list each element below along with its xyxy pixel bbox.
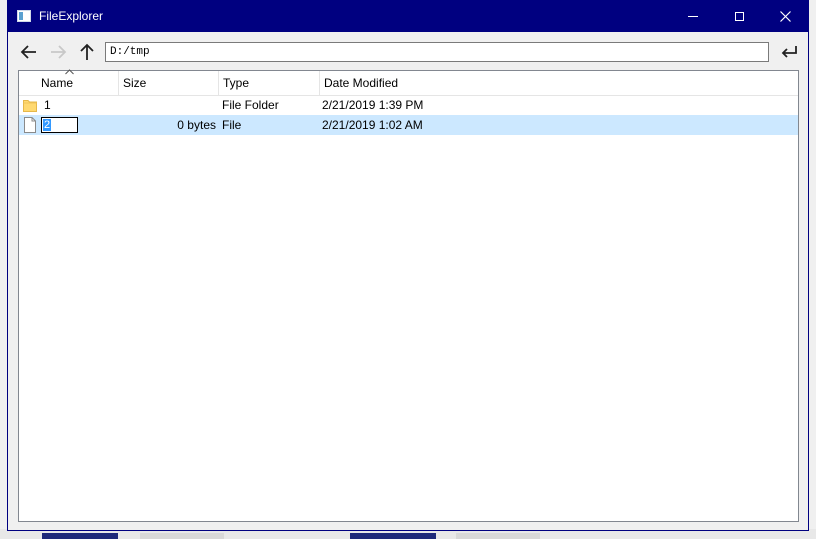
column-header-name-label: Name <box>41 76 74 90</box>
up-button[interactable] <box>75 40 99 64</box>
item-type: File <box>222 118 242 132</box>
background-window-edge <box>140 533 224 539</box>
column-header-date-label: Date Modified <box>324 76 399 90</box>
column-header-type-label: Type <box>223 76 250 90</box>
list-header: Name Size Type Date Modified <box>19 69 801 96</box>
close-button[interactable] <box>762 1 808 32</box>
column-header-size-label: Size <box>123 76 147 90</box>
maximize-icon <box>734 12 744 21</box>
item-date: 2/21/2019 1:02 AM <box>322 118 423 132</box>
item-date: 2/21/2019 1:39 PM <box>322 98 424 112</box>
enter-return-icon <box>781 46 797 58</box>
background-window-edge <box>42 533 118 539</box>
back-button[interactable] <box>17 40 41 64</box>
go-button[interactable] <box>776 40 802 64</box>
column-header-date[interactable]: Date Modified <box>320 71 801 95</box>
item-type: File Folder <box>222 98 279 112</box>
title-bar[interactable]: FileExplorer <box>8 1 808 32</box>
sort-ascending-icon <box>65 69 74 75</box>
minimize-button[interactable] <box>670 1 716 32</box>
address-input[interactable] <box>105 42 769 62</box>
background-window-edge <box>350 533 436 539</box>
file-explorer-window: FileExplorer D:/tmp Name Size Type Date … <box>7 0 809 531</box>
list-item-selected[interactable]: 2 0 bytes File 2/21/2019 1:02 AM <box>19 115 798 135</box>
list-item[interactable]: 1 File Folder 2/21/2019 1:39 PM <box>19 95 798 115</box>
background-window-edge <box>456 533 540 539</box>
minimize-icon <box>688 16 698 17</box>
navigation-toolbar <box>8 32 808 70</box>
file-icon <box>24 117 36 133</box>
forward-button[interactable] <box>46 40 70 64</box>
column-header-size[interactable]: Size <box>119 71 219 95</box>
item-size: 0 bytes <box>177 118 216 132</box>
file-list[interactable]: Name Size Type Date Modified 1 File Fold… <box>18 69 801 522</box>
window-title: FileExplorer <box>39 9 104 23</box>
maximize-button[interactable] <box>716 1 762 32</box>
arrow-right-icon <box>51 45 67 59</box>
arrow-left-icon <box>20 45 36 59</box>
close-icon <box>779 11 791 22</box>
folder-icon <box>23 100 37 112</box>
column-header-name[interactable]: Name <box>19 69 119 95</box>
item-name: 1 <box>44 98 51 112</box>
arrow-up-icon <box>80 43 94 60</box>
column-header-type[interactable]: Type <box>219 71 320 95</box>
rename-selected-text: 2 <box>43 119 51 131</box>
app-icon <box>17 10 31 22</box>
